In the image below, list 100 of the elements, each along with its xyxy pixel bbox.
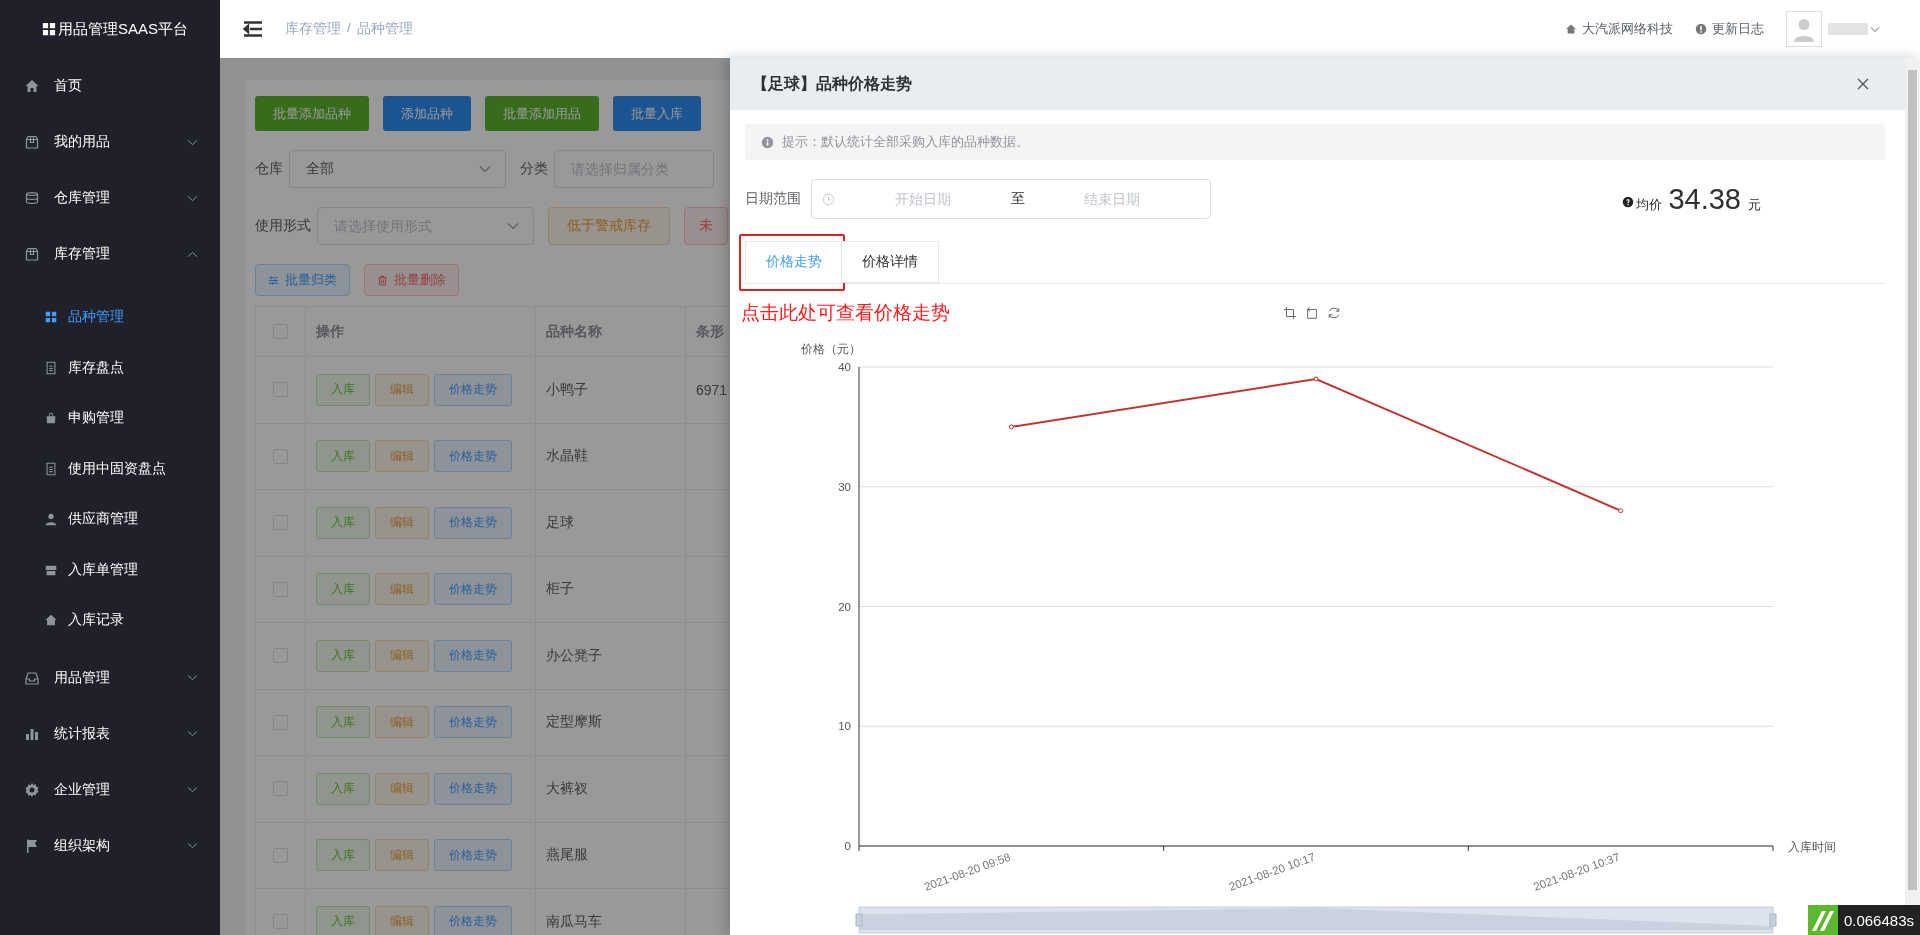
tab[interactable]: 价格走势 [745,241,843,283]
grid-icon [44,310,58,325]
submenu-item[interactable]: 入库单管理 [0,544,220,595]
row-action-button[interactable]: 入库 [316,440,370,473]
filter-button[interactable]: 未 [684,207,728,245]
row-action-button[interactable]: 价格走势 [434,573,512,606]
row-action-button[interactable]: 入库 [316,905,370,935]
table-cell: 南瓜马车 [536,889,686,935]
zoom-reset-icon[interactable] [1305,306,1319,320]
batch-button[interactable]: 批量归类 [255,264,350,296]
nav-item[interactable]: 仓库管理 [0,170,220,226]
row-action-button[interactable]: 编辑 [375,839,429,872]
row-action-button[interactable]: 价格走势 [434,440,512,473]
row-action-button[interactable]: 编辑 [375,639,429,672]
filter-button[interactable]: 低于警戒库存 [548,207,670,245]
axis-label: 20 [838,600,851,613]
row-action-button[interactable]: 入库 [316,639,370,672]
row-action-button[interactable]: 入库 [316,573,370,606]
nav-item[interactable]: 统计报表 [0,705,220,762]
row-action-button[interactable]: 入库 [316,506,370,539]
data-point [1618,508,1624,514]
drawer-title: 【足球】品种价格走势 [752,73,913,94]
breadcrumb-link[interactable]: 库存管理 [285,20,341,38]
select-field[interactable]: 全部 [289,150,506,188]
nav-item[interactable]: 库存管理 [0,226,220,282]
nav-item[interactable]: 企业管理 [0,761,220,818]
average-unit: 元 [1748,195,1761,214]
toolbar-button[interactable]: 批量添加品种 [255,96,369,131]
zoom-slider[interactable] [855,906,1777,934]
nav-item[interactable]: 首页 [0,58,220,114]
breadcrumb-separator: / [347,20,351,37]
submenu-item[interactable]: 入库记录 [0,595,220,646]
end-date-input[interactable]: 结束日期 [1024,190,1200,208]
chevron-icon [187,138,198,146]
row-action-button[interactable]: 编辑 [375,506,429,539]
table-cell: 柜子 [536,556,686,622]
submenu-item[interactable]: 使用中固资盘点 [0,443,220,494]
info-icon [1695,23,1707,35]
nav-item[interactable]: 用品管理 [0,649,220,706]
table-cell: 大裤衩 [536,756,686,822]
bag-icon [44,411,58,426]
row-action-button[interactable]: 编辑 [375,905,429,935]
chevron-icon [187,250,198,258]
row-action-button[interactable]: 价格走势 [434,373,512,406]
zoom-select-icon[interactable] [1283,306,1297,320]
row-action-button[interactable]: 入库 [316,706,370,739]
breadcrumb-link[interactable]: 品种管理 [356,20,413,38]
header-link[interactable]: 更新日志 [1695,20,1764,38]
row-action-button[interactable]: 编辑 [375,440,429,473]
row-action-button[interactable]: 编辑 [375,373,429,406]
toolbar-button[interactable]: 批量添加用品 [485,96,599,131]
refresh-icon[interactable] [1327,306,1341,320]
submenu-item[interactable]: 品种管理 [0,292,220,343]
row-action-button[interactable]: 价格走势 [434,905,512,935]
row-action-button[interactable]: 价格走势 [434,772,512,805]
table-cell: 足球 [536,490,686,556]
row-action-button[interactable]: 价格走势 [434,639,512,672]
row-action-button[interactable]: 入库 [316,772,370,805]
home-icon [1565,23,1577,35]
submenu-item[interactable]: 供应商管理 [0,494,220,545]
chevron-down-icon [507,222,519,230]
nav-item[interactable]: 我的用品 [0,114,220,170]
annotation-text: 点击此处可查看价格走势 [741,301,950,325]
document-icon [44,461,58,476]
logo-icon [42,22,56,36]
sliders-icon [268,274,279,286]
header-link[interactable]: 大汽派网络科技 [1565,20,1673,38]
row-action-button[interactable]: 入库 [316,373,370,406]
axis-title: 价格（元） [801,343,861,355]
submenu-item[interactable]: 申购管理 [0,393,220,444]
axis-label: 40 [838,361,851,373]
nav-item[interactable]: 组织架构 [0,817,220,874]
filter-label: 分类 [520,160,548,178]
filter-label: 使用形式 [255,217,311,235]
tab[interactable]: 价格详情 [841,241,939,283]
row-action-button[interactable]: 价格走势 [434,706,512,739]
row-action-button[interactable]: 编辑 [375,573,429,606]
axis-label: 30 [838,480,851,493]
row-action-button[interactable]: 价格走势 [434,506,512,539]
row-action-button[interactable]: 编辑 [375,706,429,739]
menu-icon[interactable] [243,21,263,37]
chevron-down-icon[interactable] [1870,25,1880,33]
chevron-icon [187,842,198,849]
chevron-icon [187,194,198,202]
field-label: 日期范围 [745,190,801,208]
close-icon[interactable] [1857,78,1869,90]
date-range-field[interactable]: 开始日期 至 结束日期 [811,179,1211,219]
column-header: 品种名称 [536,307,686,356]
axis-label: 10 [838,720,851,733]
toolbar-button[interactable]: 添加品种 [383,96,471,131]
select-input[interactable]: 全部 [304,160,479,178]
row-action-button[interactable]: 入库 [316,839,370,872]
start-date-input[interactable]: 开始日期 [835,190,1011,208]
avatar-icon[interactable] [1786,11,1822,47]
row-action-button[interactable]: 编辑 [375,772,429,805]
batch-button[interactable]: 批量删除 [364,264,459,296]
row-action-button[interactable]: 价格走势 [434,839,512,872]
toolbar-button[interactable]: 批量入库 [613,96,701,131]
box-icon [24,134,40,150]
submenu-item[interactable]: 库存盘点 [0,342,220,393]
